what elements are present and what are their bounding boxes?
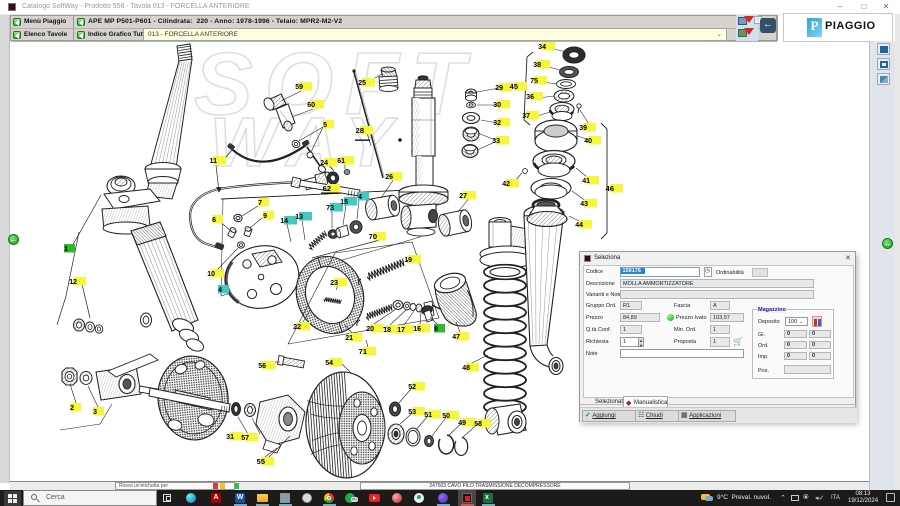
svg-text:32: 32	[493, 120, 501, 127]
svg-text:21: 21	[345, 335, 353, 342]
svg-text:6: 6	[212, 217, 216, 224]
svg-text:42: 42	[502, 181, 510, 188]
svg-text:15: 15	[340, 199, 348, 206]
svg-text:36: 36	[526, 94, 534, 101]
svg-text:60: 60	[307, 102, 315, 109]
svg-text:26: 26	[385, 174, 393, 181]
svg-text:33: 33	[492, 138, 500, 145]
svg-text:73: 73	[326, 205, 334, 212]
svg-text:25: 25	[358, 80, 366, 87]
svg-text:12: 12	[69, 279, 77, 286]
svg-text:51: 51	[424, 412, 432, 419]
svg-text:58: 58	[474, 421, 482, 428]
svg-text:56: 56	[258, 363, 266, 370]
svg-text:4: 4	[358, 194, 362, 201]
svg-text:18: 18	[383, 327, 391, 334]
svg-text:27: 27	[459, 193, 467, 200]
svg-text:17: 17	[397, 327, 405, 334]
svg-text:38: 38	[533, 62, 541, 69]
svg-text:40: 40	[584, 138, 592, 145]
svg-text:70: 70	[369, 232, 377, 241]
svg-text:59: 59	[295, 84, 303, 91]
svg-text:45: 45	[510, 82, 518, 91]
svg-text:20: 20	[366, 326, 374, 333]
svg-text:49: 49	[458, 420, 466, 427]
svg-text:34: 34	[538, 44, 546, 51]
svg-text:41: 41	[582, 178, 590, 185]
svg-text:54: 54	[325, 360, 333, 367]
svg-text:53: 53	[408, 409, 416, 416]
svg-text:48: 48	[462, 365, 470, 372]
svg-text:75: 75	[530, 78, 538, 85]
svg-text:13: 13	[295, 214, 303, 221]
svg-text:9: 9	[263, 213, 267, 220]
svg-text:7: 7	[258, 200, 262, 207]
svg-text:29: 29	[495, 85, 503, 92]
svg-text:30: 30	[493, 102, 501, 109]
svg-text:2: 2	[70, 405, 74, 412]
svg-text:39: 39	[579, 125, 587, 132]
svg-text:31: 31	[226, 434, 234, 441]
svg-text:37: 37	[522, 113, 530, 120]
svg-text:10: 10	[207, 271, 215, 278]
svg-text:23: 23	[330, 280, 338, 287]
svg-text:19: 19	[404, 257, 412, 264]
svg-text:46: 46	[606, 184, 614, 193]
svg-text:43: 43	[580, 201, 588, 208]
svg-text:61: 61	[337, 158, 345, 165]
svg-text:8: 8	[434, 326, 438, 333]
svg-text:5: 5	[323, 122, 327, 129]
svg-text:55: 55	[257, 457, 265, 466]
svg-text:71: 71	[359, 347, 367, 356]
svg-text:14: 14	[280, 218, 288, 225]
svg-text:47: 47	[452, 334, 460, 341]
svg-text:50: 50	[442, 413, 450, 420]
svg-text:16: 16	[413, 326, 421, 333]
svg-text:52: 52	[408, 384, 416, 391]
svg-text:44: 44	[575, 222, 583, 229]
svg-text:57: 57	[241, 435, 249, 442]
svg-text:3: 3	[93, 409, 97, 416]
svg-text:4: 4	[218, 287, 222, 294]
svg-text:11: 11	[210, 158, 218, 165]
svg-text:22: 22	[293, 324, 301, 331]
svg-text:1: 1	[64, 246, 68, 253]
svg-text:62: 62	[323, 184, 331, 193]
svg-text:28: 28	[356, 126, 364, 135]
svg-text:24: 24	[320, 160, 328, 167]
